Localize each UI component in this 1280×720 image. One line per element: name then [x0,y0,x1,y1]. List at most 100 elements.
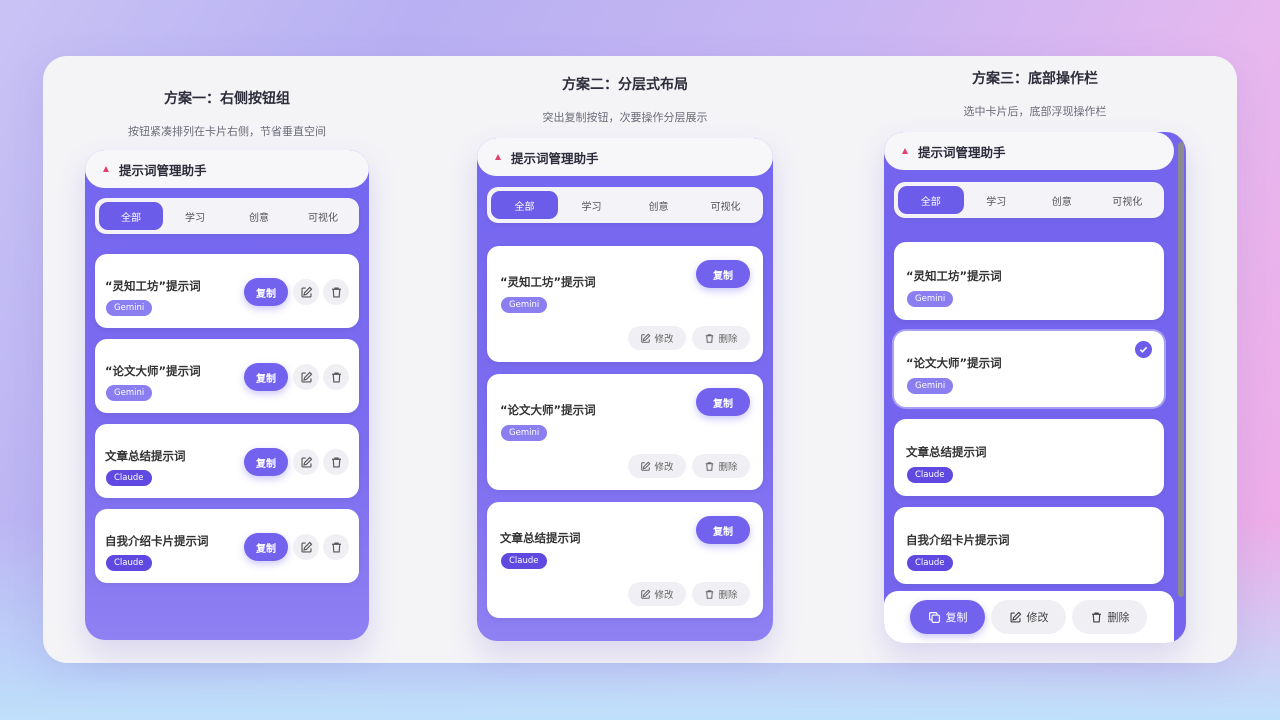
prompt-card[interactable]: 自我介绍卡片提示词 Claude [894,507,1164,584]
trash-icon [706,589,714,599]
copy-button[interactable]: 复制 [244,448,288,476]
prompt-title: 文章总结提示词 [500,531,581,545]
tab-creative[interactable]: 创意 [227,202,291,230]
delete-label: 删除 [718,334,738,345]
edit-button[interactable] [293,534,319,560]
prompt-title: “灵知工坊”提示词 [906,269,1002,283]
tab-creative[interactable]: 创意 [625,191,692,219]
tab-visualize[interactable]: 可视化 [692,191,759,219]
bottom-action-bar: 复制 修改 删除 [884,591,1174,643]
prompt-card-selected[interactable]: “论文大师”提示词 Gemini [894,331,1164,407]
edit-label: 修改 [654,590,674,601]
model-badge: Gemini [106,385,153,401]
trash-icon [331,541,341,553]
scheme-1-subtitle: 按钮紧凑排列在卡片右侧，节省垂直空间 [128,125,326,138]
prompt-card[interactable]: 文章总结提示词 Claude [894,419,1164,496]
edit-label: 修改 [654,462,674,473]
prompt-title: 文章总结提示词 [105,449,186,463]
pencil-square-icon [300,456,312,468]
delete-button[interactable]: 删除 [692,454,750,478]
model-badge: Gemini [907,291,954,307]
scheme-2-subtitle: 突出复制按钮，次要操作分层展示 [542,111,708,124]
prompt-title: 文章总结提示词 [906,445,987,459]
pencil-square-icon [300,371,312,383]
category-tabs: 全部 学习 创意 可视化 [894,182,1164,218]
prompt-title: “论文大师”提示词 [500,403,596,417]
tab-study[interactable]: 学习 [964,186,1030,214]
prompt-card[interactable]: “灵知工坊”提示词 Gemini [894,242,1164,320]
scheme-2-header: 方案二：分层式布局 突出复制按钮，次要操作分层展示 [477,74,773,125]
trash-icon [331,456,341,468]
prompt-card[interactable]: 自我介绍卡片提示词 Claude 复制 [95,509,359,583]
prompt-title: “灵知工坊”提示词 [105,279,201,293]
tab-study[interactable]: 学习 [558,191,625,219]
tab-visualize[interactable]: 可视化 [291,202,355,230]
tab-creative[interactable]: 创意 [1029,186,1095,214]
delete-button[interactable] [323,449,349,475]
delete-button[interactable] [323,534,349,560]
edit-button[interactable]: 修改 [628,454,686,478]
prompt-card[interactable]: “灵知工坊”提示词 Gemini 复制 [95,254,359,328]
delete-label: 删除 [718,590,738,601]
delete-button[interactable]: 删除 [692,582,750,606]
app-header: 提示词管理助手 [477,138,773,176]
scheme-2-phone: 提示词管理助手 全部 学习 创意 可视化 “灵知工坊”提示词 Gemini 复制… [477,138,773,641]
trash-icon [706,333,714,343]
triangle-logo-icon [103,166,109,172]
app-title: 提示词管理助手 [119,162,207,178]
model-badge: Gemini [907,378,954,394]
scheme-3-subtitle: 选中卡片后，底部浮现操作栏 [963,105,1107,118]
model-badge: Claude [106,470,152,486]
trash-icon [331,286,341,298]
tab-all[interactable]: 全部 [99,202,163,230]
prompt-card[interactable]: “灵知工坊”提示词 Gemini 复制 修改 删除 [487,246,763,362]
pencil-square-icon [300,286,312,298]
trash-icon [331,371,341,383]
scheme-2-title: 方案二：分层式布局 [562,77,688,93]
prompt-title: “论文大师”提示词 [906,356,1002,370]
edit-button[interactable]: 修改 [991,600,1066,634]
scrollbar[interactable] [1178,142,1184,597]
edit-button[interactable] [293,364,319,390]
scheme-3-header: 方案三：底部操作栏 选中卡片后，底部浮现操作栏 [884,68,1186,119]
prompt-title: “论文大师”提示词 [105,364,201,378]
delete-button[interactable]: 删除 [1072,600,1147,634]
prompt-card[interactable]: “论文大师”提示词 Gemini 复制 [95,339,359,413]
tab-visualize[interactable]: 可视化 [1095,186,1161,214]
app-header: 提示词管理助手 [85,150,369,188]
prompt-card[interactable]: 文章总结提示词 Claude 复制 修改 删除 [487,502,763,618]
trash-icon [706,461,714,471]
copy-button[interactable]: 复制 [244,363,288,391]
model-badge: Gemini [501,297,548,313]
delete-button[interactable] [323,364,349,390]
copy-icon [928,611,940,623]
copy-button[interactable]: 复制 [696,260,750,288]
copy-button[interactable]: 复制 [910,600,985,634]
edit-button[interactable]: 修改 [628,582,686,606]
prompt-card[interactable]: “论文大师”提示词 Gemini 复制 修改 删除 [487,374,763,490]
tab-all[interactable]: 全部 [491,191,558,219]
tab-study[interactable]: 学习 [163,202,227,230]
delete-button[interactable]: 删除 [692,326,750,350]
model-badge: Gemini [501,425,548,441]
scheme-1-title: 方案一：右侧按钮组 [164,91,290,107]
copy-button[interactable]: 复制 [244,533,288,561]
tab-all[interactable]: 全部 [898,186,964,214]
prompt-title: 自我介绍卡片提示词 [906,533,1010,547]
copy-button[interactable]: 复制 [696,516,750,544]
prompt-card[interactable]: 文章总结提示词 Claude 复制 [95,424,359,498]
scroll-up-icon[interactable] [1178,134,1184,139]
edit-button[interactable]: 修改 [628,326,686,350]
pencil-square-icon [641,589,651,599]
copy-button[interactable]: 复制 [244,278,288,306]
edit-button[interactable] [293,449,319,475]
scroll-down-icon[interactable] [1178,636,1184,641]
copy-button[interactable]: 复制 [696,388,750,416]
edit-button[interactable] [293,279,319,305]
category-tabs: 全部 学习 创意 可视化 [95,198,359,234]
edit-label: 修改 [1026,611,1049,624]
triangle-logo-icon [902,148,908,154]
delete-button[interactable] [323,279,349,305]
pencil-square-icon [641,333,651,343]
model-badge: Claude [106,555,152,571]
